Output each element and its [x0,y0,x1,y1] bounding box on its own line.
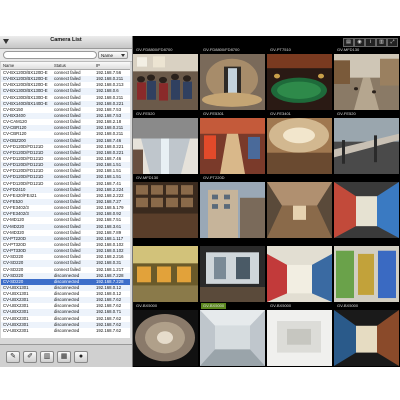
column-header-status[interactable]: Status [54,63,66,68]
camera-view-label: GV-MFD130 [335,47,362,53]
camera-feed-image [334,118,399,174]
camera-view-tile[interactable]: GV-FD8800/FD8700 [133,47,198,110]
camera-feed-image [133,118,198,174]
camera-feed-image [267,246,332,302]
camera-view-tile[interactable]: GV-BX5000 [334,303,399,366]
camera-feed-image [334,246,399,302]
eye-icon[interactable]: ◉ [354,38,365,47]
camera-view-label: GV-FE520 [335,111,358,117]
camera-view-label: GV-BX5000 [335,303,361,309]
camera-feed-image [200,246,265,302]
column-header-ip[interactable]: IP [96,63,100,68]
camera-feed-image [267,118,332,174]
status-cell: disconnected [54,327,80,333]
panel-toolbar: ✎ ✐ ▥ ▦ ● [0,344,132,367]
camera-table: CV-BX120D/BX120D-E connect failed 192.168.… [1,70,130,338]
chevron-down-icon [121,54,125,57]
camera-view-label: GV-BX5000 [201,303,227,309]
draw-icon[interactable]: ✐ [23,351,37,363]
camera-view-tile[interactable]: GV-FE5301 [200,111,265,174]
camera-view-tile[interactable]: GV-BX5000 [267,303,332,366]
camera-feed-image [334,310,399,366]
table-header: Name Status IP [1,62,130,70]
camera-feed-image [267,54,332,110]
camera-list-panel: Camera List Name Name Status IP CV-BX120… [0,36,133,367]
camera-feed-image [133,182,198,238]
camera-view-tile[interactable]: GV-FE3401 [267,111,332,174]
app-window: Camera List Name Name Status IP CV-BX120… [0,36,400,367]
camera-feed-image [334,54,399,110]
camera-view-tile[interactable]: GV-MFD130 [334,47,399,110]
edit-icon[interactable]: ✎ [6,351,20,363]
camera-view-tile[interactable]: GV-FE520 [133,111,198,174]
camera-feed-image [200,182,265,238]
panel-titlebar: Camera List [0,36,132,49]
table-row[interactable]: CV-UBX2301 disconnected 192.168.7.62 [1,328,130,334]
fullscreen-icon[interactable]: ⤢ [387,38,398,47]
camera-view-tile[interactable]: GV-FE520 [334,111,399,174]
camera-view-label: GV-FE520 [134,111,157,117]
panel-title: Camera List [50,37,82,43]
search-bar: Name [0,49,132,62]
camera-grid: GV-FD8800/FD8700 GV-FD8800/FD8700 GV-PT751… [133,47,400,367]
search-input[interactable] [3,51,97,59]
camera-feed-image [133,246,198,302]
camera-view-tile[interactable]: GV-PT220D [200,175,265,238]
split-icon[interactable]: ▥ [376,38,387,47]
layout-icon[interactable]: ▤ [343,38,354,47]
camera-view-tile[interactable] [267,239,332,302]
export-icon[interactable]: ▦ [57,351,71,363]
camera-view-tile[interactable] [334,239,399,302]
camera-view-label: GV-BX5000 [134,303,160,309]
camera-view-label: GV-MFD130 [134,175,161,181]
camera-view-tile[interactable]: GV-MFD130 [133,175,198,238]
camera-feed-image [267,182,332,238]
camera-view-label: GV-BX5000 [268,303,294,309]
camera-view-label: GV-FE5301 [201,111,226,117]
column-header-name[interactable]: Name [3,63,14,68]
camera-view-tile[interactable]: GV-BX5000 [133,303,198,366]
camera-feed-image [133,54,198,110]
view-toolbar: ▤ ◉ i ▥ ⤢ [133,36,400,47]
settings-icon[interactable]: ● [74,351,88,363]
camera-feed-image [267,310,332,366]
camera-view-label: GV-PT7510 [268,47,293,53]
camera-view-tile[interactable]: GV-BX5000 [200,303,265,366]
camera-feed-image [200,54,265,110]
ip-cell: 192.168.7.62 [96,327,122,333]
camera-name-cell: CV-UBX2301 [3,327,29,333]
camera-feed-image [200,118,265,174]
camera-view-label: GV-FD8800/FD8700 [134,47,175,53]
camera-view-tile[interactable] [334,175,399,238]
camera-view-label: GV-FD8800/FD8700 [201,47,242,53]
camera-view-tile[interactable] [200,239,265,302]
camera-feed-image [133,310,198,366]
search-field-select[interactable]: Name [98,51,128,59]
search-select-value: Name [101,53,114,58]
camera-view-tile[interactable]: GV-FD8800/FD8700 [200,47,265,110]
camera-view-label: GV-FE3401 [268,111,293,117]
trash-icon[interactable]: ▥ [40,351,54,363]
info-icon[interactable]: i [365,38,376,47]
camera-feed-image [334,182,399,238]
camera-view-tile[interactable] [267,175,332,238]
camera-view-tile[interactable] [133,239,198,302]
camera-view-tile[interactable]: GV-PT7510 [267,47,332,110]
camera-view-label: GV-PT220D [201,175,227,181]
camera-feed-image [200,310,265,366]
